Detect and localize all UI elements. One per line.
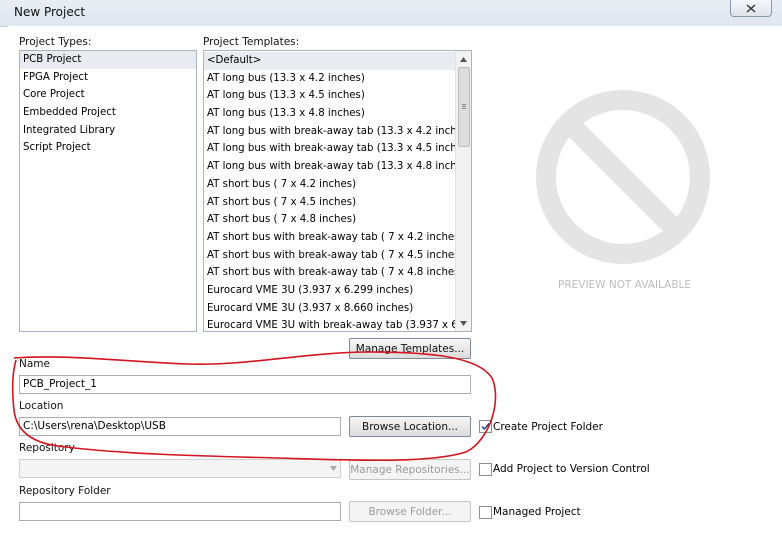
project-type-item[interactable]: Embedded Project [20, 104, 196, 122]
no-preview-icon [536, 90, 710, 264]
template-item[interactable]: AT short bus ( 7 x 4.8 inches) [204, 211, 455, 229]
chevron-down-icon [330, 466, 337, 471]
template-item[interactable]: AT long bus with break-away tab (13.3 x … [204, 140, 455, 158]
project-type-item[interactable]: FPGA Project [20, 69, 196, 87]
template-item[interactable]: AT long bus (13.3 x 4.5 inches) [204, 87, 455, 105]
scroll-up-arrow[interactable] [456, 52, 471, 66]
template-item[interactable]: AT short bus with break-away tab ( 7 x 4… [204, 229, 455, 247]
scroll-down-arrow[interactable] [456, 316, 471, 330]
template-item[interactable]: AT short bus ( 7 x 4.2 inches) [204, 176, 455, 194]
project-templates-list[interactable]: <Default> AT long bus (13.3 x 4.2 inches)… [203, 50, 472, 332]
red-annotation-circle [11, 351, 497, 462]
template-item[interactable]: AT long bus with break-away tab (13.3 x … [204, 123, 455, 141]
repository-folder-input[interactable] [19, 502, 341, 521]
preview-not-available-text: PREVIEW NOT AVAILABLE [558, 279, 692, 291]
template-item[interactable]: Eurocard VME 3U (3.937 x 6.299 inches) [204, 282, 455, 300]
template-item[interactable]: Eurocard VME 3U with break-away tab (3.9… [204, 317, 455, 331]
project-templates-label: Project Templates: [203, 36, 300, 48]
dialog-body: Project Types: PCB Project FPGA Project Co… [8, 26, 782, 534]
template-item[interactable]: AT short bus ( 7 x 4.5 inches) [204, 194, 455, 212]
project-type-item[interactable]: Core Project [20, 86, 196, 104]
template-item[interactable]: AT long bus with break-away tab (13.3 x … [204, 158, 455, 176]
close-icon [746, 3, 756, 13]
project-type-item[interactable]: PCB Project [20, 51, 196, 69]
template-item[interactable]: Eurocard VME 3U (3.937 x 8.660 inches) [204, 300, 455, 318]
title-bar: New Project [0, 0, 782, 27]
managed-project-checkbox[interactable] [479, 506, 492, 519]
template-item[interactable]: AT short bus with break-away tab ( 7 x 4… [204, 247, 455, 265]
window-title: New Project [14, 5, 86, 19]
project-type-item[interactable]: Integrated Library [20, 122, 196, 140]
browse-folder-button: Browse Folder... [349, 501, 471, 522]
chevron-up-icon [460, 56, 467, 62]
project-types-list[interactable]: PCB Project FPGA Project Core Project Embed… [19, 50, 197, 332]
add-to-version-control-checkbox[interactable] [479, 463, 492, 476]
project-types-label: Project Types: [19, 36, 92, 48]
project-type-item[interactable]: Script Project [20, 139, 196, 157]
scroll-thumb[interactable] [458, 67, 470, 147]
repository-folder-label: Repository Folder [19, 485, 111, 497]
add-to-version-control-label: Add Project to Version Control [493, 463, 650, 475]
templates-scrollbar[interactable] [455, 51, 471, 331]
create-project-folder-label: Create Project Folder [493, 421, 603, 433]
close-button[interactable] [730, 0, 772, 17]
template-item[interactable]: AT long bus (13.3 x 4.8 inches) [204, 105, 455, 123]
template-item[interactable]: AT short bus with break-away tab ( 7 x 4… [204, 264, 455, 282]
template-item[interactable]: <Default> [204, 52, 455, 70]
template-item[interactable]: AT long bus (13.3 x 4.2 inches) [204, 70, 455, 88]
chevron-down-icon [460, 320, 467, 326]
managed-project-label: Managed Project [493, 506, 581, 518]
